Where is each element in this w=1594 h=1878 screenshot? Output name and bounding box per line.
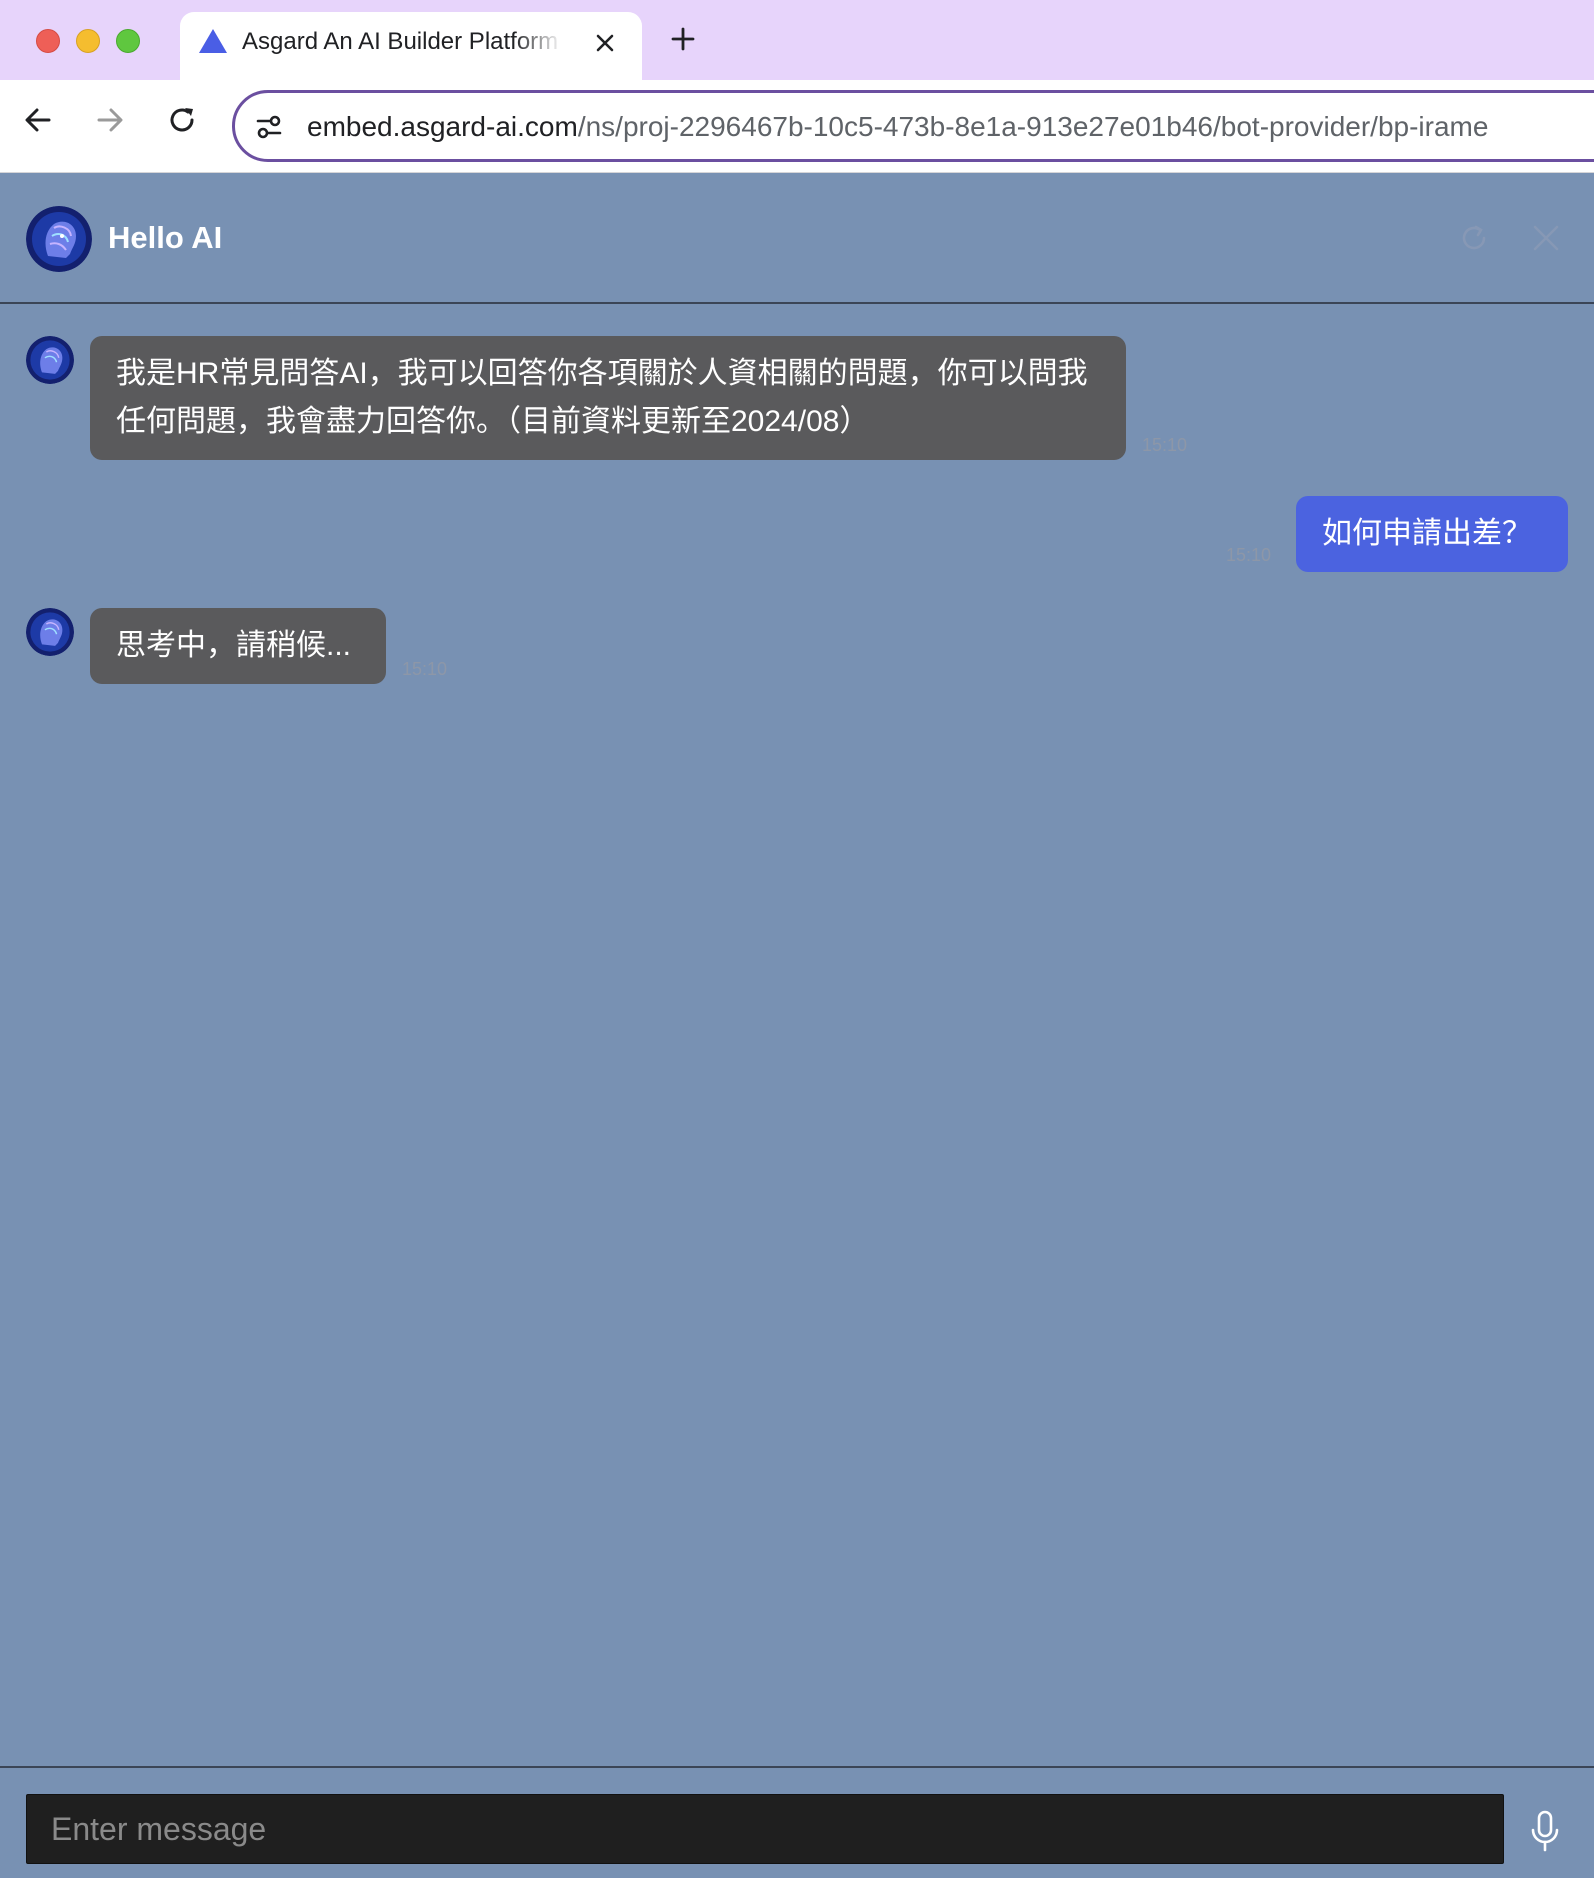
- close-icon: [1533, 225, 1559, 251]
- message-input[interactable]: [26, 1794, 1504, 1864]
- voice-input-button[interactable]: [1526, 1808, 1564, 1854]
- message-text: 如何申請出差？: [1322, 517, 1532, 550]
- browser-tab-bar: Asgard An AI Builder Platform: [0, 0, 1594, 80]
- bot-name: Hello AI: [108, 220, 223, 255]
- chat-header: Hello AI: [0, 174, 1594, 304]
- tab-close-icon[interactable]: [590, 28, 620, 58]
- refresh-button[interactable]: [1454, 218, 1494, 258]
- bot-avatar: [26, 206, 92, 272]
- url-text: embed.asgard-ai.com/ns/proj-2296467b-10c…: [307, 109, 1488, 145]
- address-bar[interactable]: embed.asgard-ai.com/ns/proj-2296467b-10c…: [232, 90, 1594, 162]
- user-message-bubble: 如何申請出差？: [1296, 496, 1568, 572]
- message-text: 思考中，請稍候...: [116, 629, 352, 662]
- microphone-icon: [1531, 1810, 1559, 1852]
- reload-icon: [170, 108, 194, 132]
- bot-message-bubble: 思考中，請稍候...: [90, 608, 386, 684]
- close-chat-button[interactable]: [1526, 218, 1566, 258]
- refresh-icon: [1462, 225, 1486, 250]
- bot-avatar-image: [26, 336, 74, 384]
- url-path: /ns/proj-2296467b-10c5-473b-8e1a-913e27e…: [577, 111, 1489, 142]
- arrow-left-icon: [25, 108, 51, 132]
- tab-title: Asgard An AI Builder Platform: [242, 28, 559, 55]
- message-composer: [0, 1766, 1594, 1878]
- new-tab-button[interactable]: [666, 22, 700, 56]
- window-minimize-button[interactable]: [76, 29, 100, 53]
- bot-message-bubble: 我是HR常見問答AI，我可以回答你各項關於人資相關的問題，你可以問我任何問題，我…: [90, 336, 1126, 460]
- bot-avatar: [26, 608, 74, 656]
- message-time: 15:10: [1142, 435, 1188, 455]
- window-close-button[interactable]: [36, 29, 60, 53]
- message-text: 我是HR常見問答AI，我可以回答你各項關於人資相關的問題，你可以問我任何問題，我…: [116, 357, 1088, 438]
- browser-toolbar: embed.asgard-ai.com/ns/proj-2296467b-10c…: [0, 80, 1594, 173]
- reload-button[interactable]: [164, 102, 200, 138]
- bot-avatar-image: [26, 608, 74, 656]
- back-button[interactable]: [20, 102, 56, 138]
- window-maximize-button[interactable]: [116, 29, 140, 53]
- forward-button[interactable]: [92, 102, 128, 138]
- asgard-triangle-icon: [199, 29, 227, 53]
- url-host: embed.asgard-ai.com: [307, 111, 578, 142]
- message-time: 15:10: [1226, 545, 1272, 565]
- plus-icon: [671, 27, 695, 51]
- site-settings-icon[interactable]: [255, 113, 283, 141]
- arrow-right-icon: [97, 108, 123, 132]
- message-time: 15:10: [402, 659, 448, 679]
- bot-avatar-image: [26, 206, 92, 272]
- message-list: 我是HR常見問答AI，我可以回答你各項關於人資相關的問題，你可以問我任何問題，我…: [0, 306, 1594, 1766]
- browser-tab-active[interactable]: Asgard An AI Builder Platform: [180, 12, 642, 80]
- bot-avatar: [26, 336, 74, 384]
